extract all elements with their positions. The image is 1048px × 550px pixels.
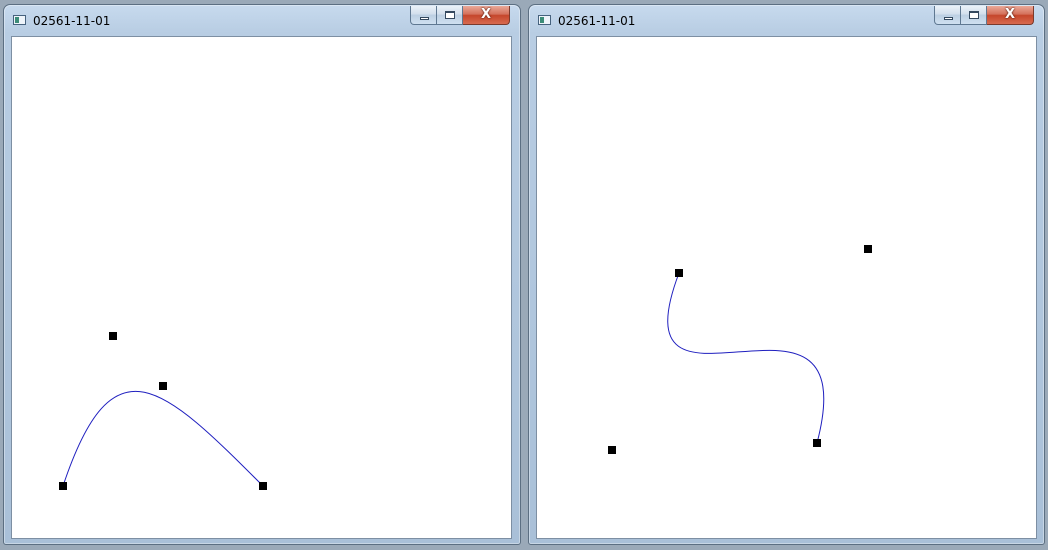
close-button[interactable]: X (987, 6, 1034, 25)
title-bar[interactable]: 02561-11-01 X (4, 5, 520, 35)
window-controls: X (934, 6, 1034, 25)
control-point[interactable] (259, 482, 267, 490)
minimize-icon (420, 17, 429, 20)
minimize-icon (944, 17, 953, 20)
control-point[interactable] (159, 382, 167, 390)
title-bar[interactable]: 02561-11-01 X (529, 5, 1044, 35)
app-icon[interactable] (13, 15, 26, 25)
control-point[interactable] (109, 332, 117, 340)
window-right: 02561-11-01 X (528, 4, 1045, 545)
maximize-button[interactable] (961, 6, 987, 25)
maximize-button[interactable] (437, 6, 463, 25)
maximize-icon (445, 11, 455, 19)
control-point[interactable] (675, 269, 683, 277)
window-controls: X (410, 6, 510, 25)
close-icon: X (480, 7, 492, 22)
bezier-curve (667, 272, 825, 444)
app-icon[interactable] (538, 15, 551, 25)
maximize-icon (969, 11, 979, 19)
bezier-canvas[interactable] (12, 37, 511, 538)
window-title: 02561-11-01 (558, 14, 636, 28)
bezier-curve (62, 390, 264, 487)
bezier-canvas[interactable] (537, 37, 1036, 538)
window-title: 02561-11-01 (33, 14, 111, 28)
drawing-canvas[interactable] (536, 36, 1037, 539)
control-point[interactable] (813, 439, 821, 447)
control-point[interactable] (864, 245, 872, 253)
control-point[interactable] (608, 446, 616, 454)
minimize-button[interactable] (410, 6, 437, 25)
control-point[interactable] (59, 482, 67, 490)
drawing-canvas[interactable] (11, 36, 512, 539)
minimize-button[interactable] (934, 6, 961, 25)
close-button[interactable]: X (463, 6, 510, 25)
window-left: 02561-11-01 X (3, 4, 521, 545)
close-icon: X (1004, 7, 1016, 22)
